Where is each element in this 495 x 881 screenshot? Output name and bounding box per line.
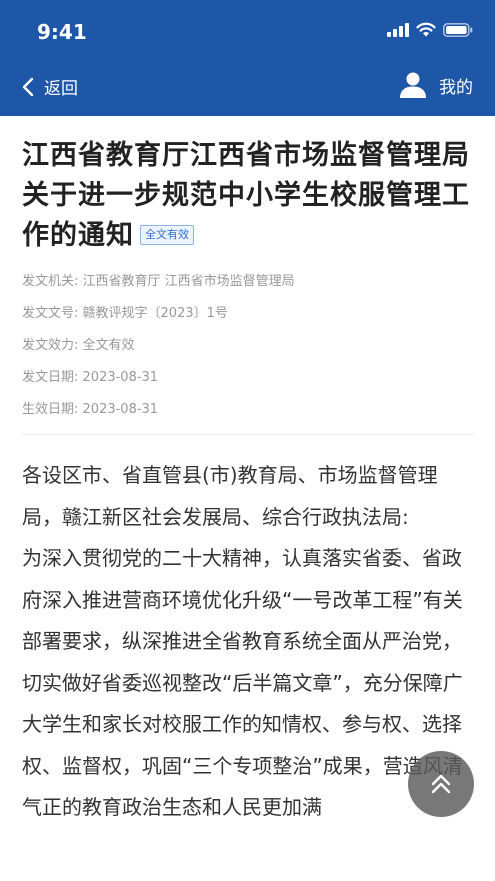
meta-label: 生效日期: xyxy=(22,402,79,417)
body-paragraph: 各设区市、省直管县(市)教育局、市场监督管理局，赣江新区社会发展局、综合行政执法… xyxy=(22,463,438,529)
back-label: 返回 xyxy=(44,79,78,99)
meta-value: 全文有效 xyxy=(82,338,135,353)
status-icons xyxy=(387,22,473,37)
double-chevron-up-icon xyxy=(431,774,451,794)
meta-validity: 发文效力: 全文有效 xyxy=(22,330,474,362)
meta-value: 2023-08-31 xyxy=(82,370,159,385)
body-paragraph: 为深入贯彻党的二十大精神，认真落实省委、省政府深入推进营商环境优化升级“一号改革… xyxy=(22,546,463,819)
mine-label: 我的 xyxy=(439,77,473,98)
mine-button[interactable]: 我的 xyxy=(399,71,473,99)
article-content: 江西省教育厅江西省市场监督管理局关于进一步规范中小学生校服管理工作的通知 全文有效… xyxy=(22,116,474,829)
app-header: 9:41 返回 我的 xyxy=(0,0,495,116)
wifi-icon xyxy=(416,22,436,37)
meta-label: 发文文号: xyxy=(22,306,79,321)
meta-value: 赣教评规字〔2023〕1号 xyxy=(82,306,228,321)
chevron-left-icon xyxy=(22,77,34,96)
user-icon xyxy=(400,72,426,98)
meta-issuing-authority: 发文机关: 江西省教育厅 江西省市场监督管理局 xyxy=(22,266,474,298)
back-button[interactable]: 返回 xyxy=(22,74,78,99)
meta-effective-date: 生效日期: 2023-08-31 xyxy=(22,394,474,426)
divider xyxy=(22,434,474,435)
article-body: 各设区市、省直管县(市)教育局、市场监督管理局，赣江新区社会发展局、综合行政执法… xyxy=(22,455,474,829)
battery-icon xyxy=(443,22,473,37)
scroll-to-top-button[interactable] xyxy=(408,751,474,817)
meta-label: 发文机关: xyxy=(22,274,79,289)
meta-value: 2023-08-31 xyxy=(82,402,159,417)
article-title-text: 江西省教育厅江西省市场监督管理局关于进一步规范中小学生校服管理工作的通知 xyxy=(22,140,470,251)
status-badge: 全文有效 xyxy=(140,224,194,245)
status-time: 9:41 xyxy=(37,20,87,44)
meta-label: 发文日期: xyxy=(22,370,79,385)
meta-label: 发文效力: xyxy=(22,338,79,353)
meta-value: 江西省教育厅 江西省市场监督管理局 xyxy=(82,274,295,289)
article-meta: 发文机关: 江西省教育厅 江西省市场监督管理局 发文文号: 赣教评规字〔2023… xyxy=(22,266,474,426)
cellular-signal-icon xyxy=(387,22,409,37)
nav-bar: 返回 我的 xyxy=(0,62,495,116)
status-bar: 9:41 xyxy=(0,0,495,62)
meta-document-number: 发文文号: 赣教评规字〔2023〕1号 xyxy=(22,298,474,330)
article-title: 江西省教育厅江西省市场监督管理局关于进一步规范中小学生校服管理工作的通知 全文有效 xyxy=(22,136,474,256)
meta-issue-date: 发文日期: 2023-08-31 xyxy=(22,362,474,394)
